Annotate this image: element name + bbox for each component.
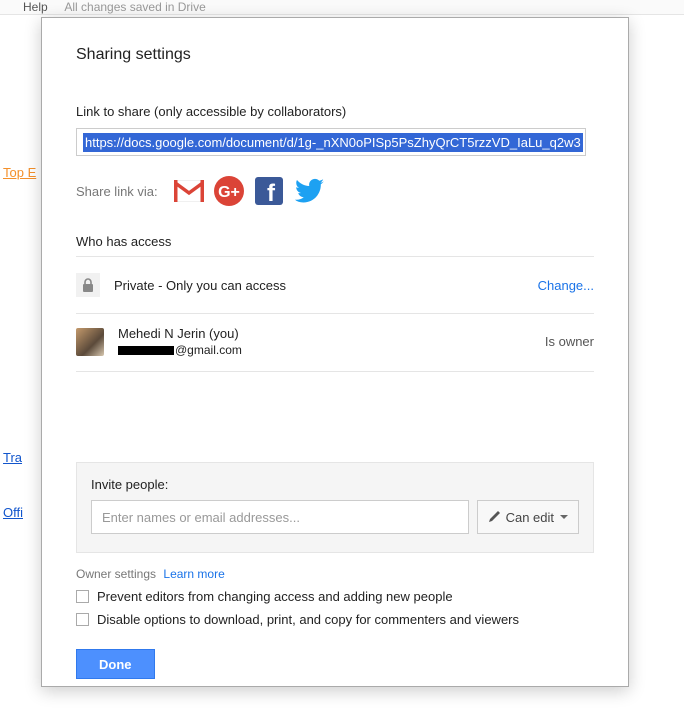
google-plus-icon[interactable]: G+	[214, 176, 244, 206]
save-status: All changes saved in Drive	[64, 0, 205, 14]
owner-label: Is owner	[545, 334, 594, 349]
who-has-access-header: Who has access	[76, 234, 594, 249]
twitter-icon[interactable]	[294, 176, 324, 206]
chevron-down-icon	[560, 515, 568, 519]
owner-settings-label: Owner settings	[76, 567, 156, 581]
gmail-icon[interactable]	[174, 176, 204, 206]
link-to-share-label: Link to share (only accessible by collab…	[76, 104, 594, 119]
background-menu: Help All changes saved in Drive	[0, 0, 684, 15]
invite-input[interactable]	[91, 500, 469, 534]
invite-label: Invite people:	[91, 477, 579, 492]
help-menu: Help	[23, 0, 48, 14]
avatar	[76, 328, 104, 356]
done-button[interactable]: Done	[76, 649, 155, 679]
permission-dropdown[interactable]: Can edit	[477, 500, 579, 534]
owner-settings-row: Owner settings Learn more	[76, 567, 594, 581]
checkbox-disable-download[interactable]	[76, 613, 89, 626]
share-via-label: Share link via:	[76, 184, 158, 199]
change-link[interactable]: Change...	[538, 278, 594, 293]
permission-label: Can edit	[506, 510, 554, 525]
prevent-editors-label: Prevent editors from changing access and…	[97, 589, 453, 604]
disable-download-row[interactable]: Disable options to download, print, and …	[76, 612, 594, 627]
person-row: Mehedi N Jerin (you) @gmail.com Is owner	[76, 314, 594, 371]
privacy-text: Private - Only you can access	[114, 278, 524, 293]
share-link-text: https://docs.google.com/document/d/1g-_n…	[83, 133, 583, 152]
dialog-title: Sharing settings	[76, 46, 594, 64]
prevent-editors-row[interactable]: Prevent editors from changing access and…	[76, 589, 594, 604]
invite-panel: Invite people: Can edit	[76, 462, 594, 553]
learn-more-link[interactable]: Learn more	[163, 567, 224, 581]
person-name: Mehedi N Jerin (you)	[118, 326, 531, 341]
facebook-icon[interactable]: f	[254, 176, 284, 206]
share-link-input[interactable]: https://docs.google.com/document/d/1g-_n…	[76, 128, 586, 156]
bg-link-off: Offi	[3, 505, 23, 520]
pencil-icon	[488, 511, 500, 523]
svg-text:G+: G+	[218, 184, 240, 201]
bg-link-tra: Tra	[3, 450, 22, 465]
sharing-dialog: Sharing settings Link to share (only acc…	[41, 17, 629, 687]
checkbox-prevent-editors[interactable]	[76, 590, 89, 603]
lock-icon	[76, 273, 100, 297]
bg-link-top: Top E	[3, 165, 36, 180]
privacy-row: Private - Only you can access Change...	[76, 257, 594, 313]
person-email: @gmail.com	[118, 343, 531, 357]
svg-text:f: f	[267, 180, 276, 205]
disable-download-label: Disable options to download, print, and …	[97, 612, 519, 627]
